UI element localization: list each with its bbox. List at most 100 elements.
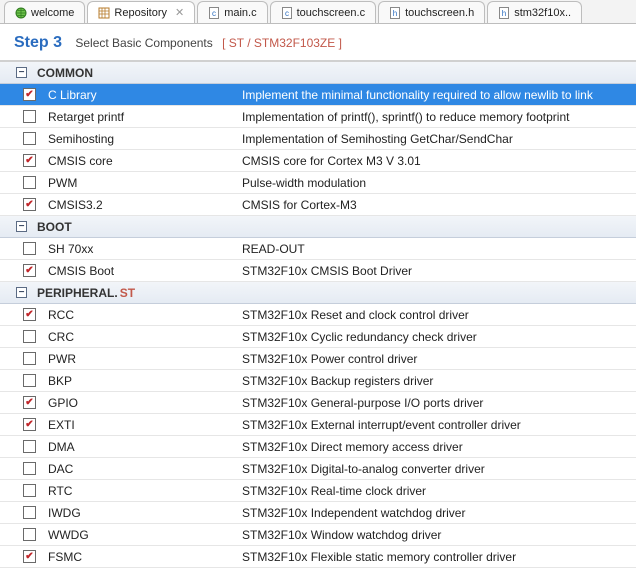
component-description: READ-OUT — [238, 242, 636, 256]
step-subtitle: Select Basic Components — [75, 36, 212, 50]
component-description: STM32F10x Reset and clock control driver — [238, 308, 636, 322]
step-bar: Step 3 Select Basic Components [ ST / ST… — [0, 24, 636, 61]
checkbox-cell — [0, 330, 46, 343]
editor-tabs: welcomeRepository✕cmain.cctouchscreen.ch… — [0, 0, 636, 24]
component-checkbox[interactable] — [23, 176, 36, 189]
collapse-icon[interactable]: − — [16, 221, 27, 232]
checkbox-cell — [0, 264, 46, 277]
component-row[interactable]: CMSIS3.2CMSIS for Cortex-M3 — [0, 194, 636, 216]
checkbox-cell — [0, 440, 46, 453]
component-row[interactable]: CRCSTM32F10x Cyclic redundancy check dri… — [0, 326, 636, 348]
component-row[interactable]: SemihostingImplementation of Semihosting… — [0, 128, 636, 150]
checkbox-cell — [0, 462, 46, 475]
collapse-icon[interactable]: − — [16, 287, 27, 298]
component-row[interactable]: C LibraryImplement the minimal functiona… — [0, 84, 636, 106]
checkbox-cell — [0, 308, 46, 321]
cfile-icon: c — [281, 7, 293, 19]
group-header-common[interactable]: −COMMON — [0, 62, 636, 84]
step-number: Step 3 — [14, 34, 62, 51]
component-row[interactable]: BKPSTM32F10x Backup registers driver — [0, 370, 636, 392]
collapse-icon[interactable]: − — [16, 67, 27, 78]
component-row[interactable]: PWMPulse-width modulation — [0, 172, 636, 194]
component-checkbox[interactable] — [23, 352, 36, 365]
tab-label: touchscreen.h — [405, 7, 474, 19]
group-title: PERIPHERAL. — [37, 286, 118, 300]
checkbox-cell — [0, 110, 46, 123]
checkbox-cell — [0, 88, 46, 101]
component-description: STM32F10x Cyclic redundancy check driver — [238, 330, 636, 344]
svg-text:c: c — [285, 9, 289, 18]
component-row[interactable]: CMSIS BootSTM32F10x CMSIS Boot Driver — [0, 260, 636, 282]
component-checkbox[interactable] — [23, 462, 36, 475]
component-checkbox[interactable] — [23, 506, 36, 519]
checkbox-cell — [0, 154, 46, 167]
component-description: STM32F10x Real-time clock driver — [238, 484, 636, 498]
tab-main-c[interactable]: cmain.c — [197, 1, 267, 23]
component-checkbox[interactable] — [23, 550, 36, 563]
component-name: PWM — [46, 176, 238, 190]
tab-label: stm32f10x.. — [514, 7, 571, 19]
component-description: CMSIS core for Cortex M3 V 3.01 — [238, 154, 636, 168]
component-row[interactable]: CMSIS coreCMSIS core for Cortex M3 V 3.0… — [0, 150, 636, 172]
component-checkbox[interactable] — [23, 132, 36, 145]
tab-touchscreen-c[interactable]: ctouchscreen.c — [270, 1, 376, 23]
component-description: STM32F10x Digital-to-analog converter dr… — [238, 462, 636, 476]
component-tree: −COMMONC LibraryImplement the minimal fu… — [0, 61, 636, 568]
component-checkbox[interactable] — [23, 110, 36, 123]
component-name: CMSIS3.2 — [46, 198, 238, 212]
component-row[interactable]: Retarget printfImplementation of printf(… — [0, 106, 636, 128]
cfile-icon: c — [208, 7, 220, 19]
group-suffix: ST — [120, 286, 135, 300]
component-name: CRC — [46, 330, 238, 344]
checkbox-cell — [0, 242, 46, 255]
tab-label: Repository — [114, 7, 167, 19]
component-name: Retarget printf — [46, 110, 238, 124]
component-checkbox[interactable] — [23, 198, 36, 211]
component-description: Implementation of Semihosting GetChar/Se… — [238, 132, 636, 146]
component-description: STM32F10x Independent watchdog driver — [238, 506, 636, 520]
component-checkbox[interactable] — [23, 484, 36, 497]
component-name: GPIO — [46, 396, 238, 410]
close-icon[interactable]: ✕ — [175, 6, 184, 19]
grid-icon — [98, 7, 110, 19]
component-checkbox[interactable] — [23, 242, 36, 255]
component-row[interactable]: RTCSTM32F10x Real-time clock driver — [0, 480, 636, 502]
tab-welcome[interactable]: welcome — [4, 1, 85, 23]
component-checkbox[interactable] — [23, 528, 36, 541]
component-checkbox[interactable] — [23, 330, 36, 343]
checkbox-cell — [0, 176, 46, 189]
component-row[interactable]: PWRSTM32F10x Power control driver — [0, 348, 636, 370]
component-checkbox[interactable] — [23, 374, 36, 387]
checkbox-cell — [0, 352, 46, 365]
group-header-peripheral[interactable]: −PERIPHERAL.ST — [0, 282, 636, 304]
component-row[interactable]: RCCSTM32F10x Reset and clock control dri… — [0, 304, 636, 326]
component-checkbox[interactable] — [23, 308, 36, 321]
component-description: Implementation of printf(), sprintf() to… — [238, 110, 636, 124]
checkbox-cell — [0, 484, 46, 497]
component-row[interactable]: IWDGSTM32F10x Independent watchdog drive… — [0, 502, 636, 524]
component-row[interactable]: DMASTM32F10x Direct memory access driver — [0, 436, 636, 458]
component-row[interactable]: FSMCSTM32F10x Flexible static memory con… — [0, 546, 636, 568]
hfile-icon: h — [498, 7, 510, 19]
component-row[interactable]: DACSTM32F10x Digital-to-analog converter… — [0, 458, 636, 480]
component-row[interactable]: GPIOSTM32F10x General-purpose I/O ports … — [0, 392, 636, 414]
globe-icon — [15, 7, 27, 19]
component-checkbox[interactable] — [23, 418, 36, 431]
tab-stm32f10x-[interactable]: h stm32f10x.. — [487, 1, 582, 23]
tab-repository[interactable]: Repository ✕ — [87, 1, 195, 23]
group-header-boot[interactable]: −BOOT — [0, 216, 636, 238]
component-checkbox[interactable] — [23, 154, 36, 167]
component-checkbox[interactable] — [23, 440, 36, 453]
component-checkbox[interactable] — [23, 396, 36, 409]
component-name: BKP — [46, 374, 238, 388]
component-checkbox[interactable] — [23, 88, 36, 101]
component-description: STM32F10x Flexible static memory control… — [238, 550, 636, 564]
checkbox-cell — [0, 396, 46, 409]
component-description: STM32F10x Backup registers driver — [238, 374, 636, 388]
checkbox-cell — [0, 132, 46, 145]
component-row[interactable]: SH 70xxREAD-OUT — [0, 238, 636, 260]
component-checkbox[interactable] — [23, 264, 36, 277]
tab-touchscreen-h[interactable]: htouchscreen.h — [378, 1, 485, 23]
component-row[interactable]: EXTISTM32F10x External interrupt/event c… — [0, 414, 636, 436]
component-row[interactable]: WWDGSTM32F10x Window watchdog driver — [0, 524, 636, 546]
